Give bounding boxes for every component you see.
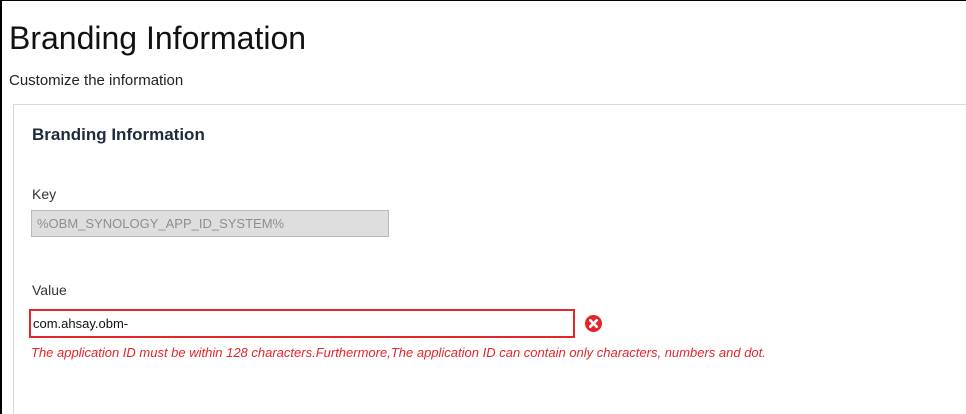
error-circle-x-icon [585, 315, 602, 332]
key-label: Key [32, 186, 57, 202]
panel-title: Branding Information [32, 125, 205, 144]
value-label: Value [32, 282, 67, 298]
value-input[interactable] [29, 309, 575, 338]
branding-information-page: Branding Information Customize the infor… [0, 0, 966, 414]
branding-information-panel: Branding Information Key Value The appli… [13, 104, 966, 414]
value-error-message: The application ID must be within 128 ch… [31, 345, 766, 360]
page-subtitle: Customize the information [9, 72, 184, 89]
page-title: Branding Information [9, 20, 307, 56]
key-input [31, 210, 389, 237]
